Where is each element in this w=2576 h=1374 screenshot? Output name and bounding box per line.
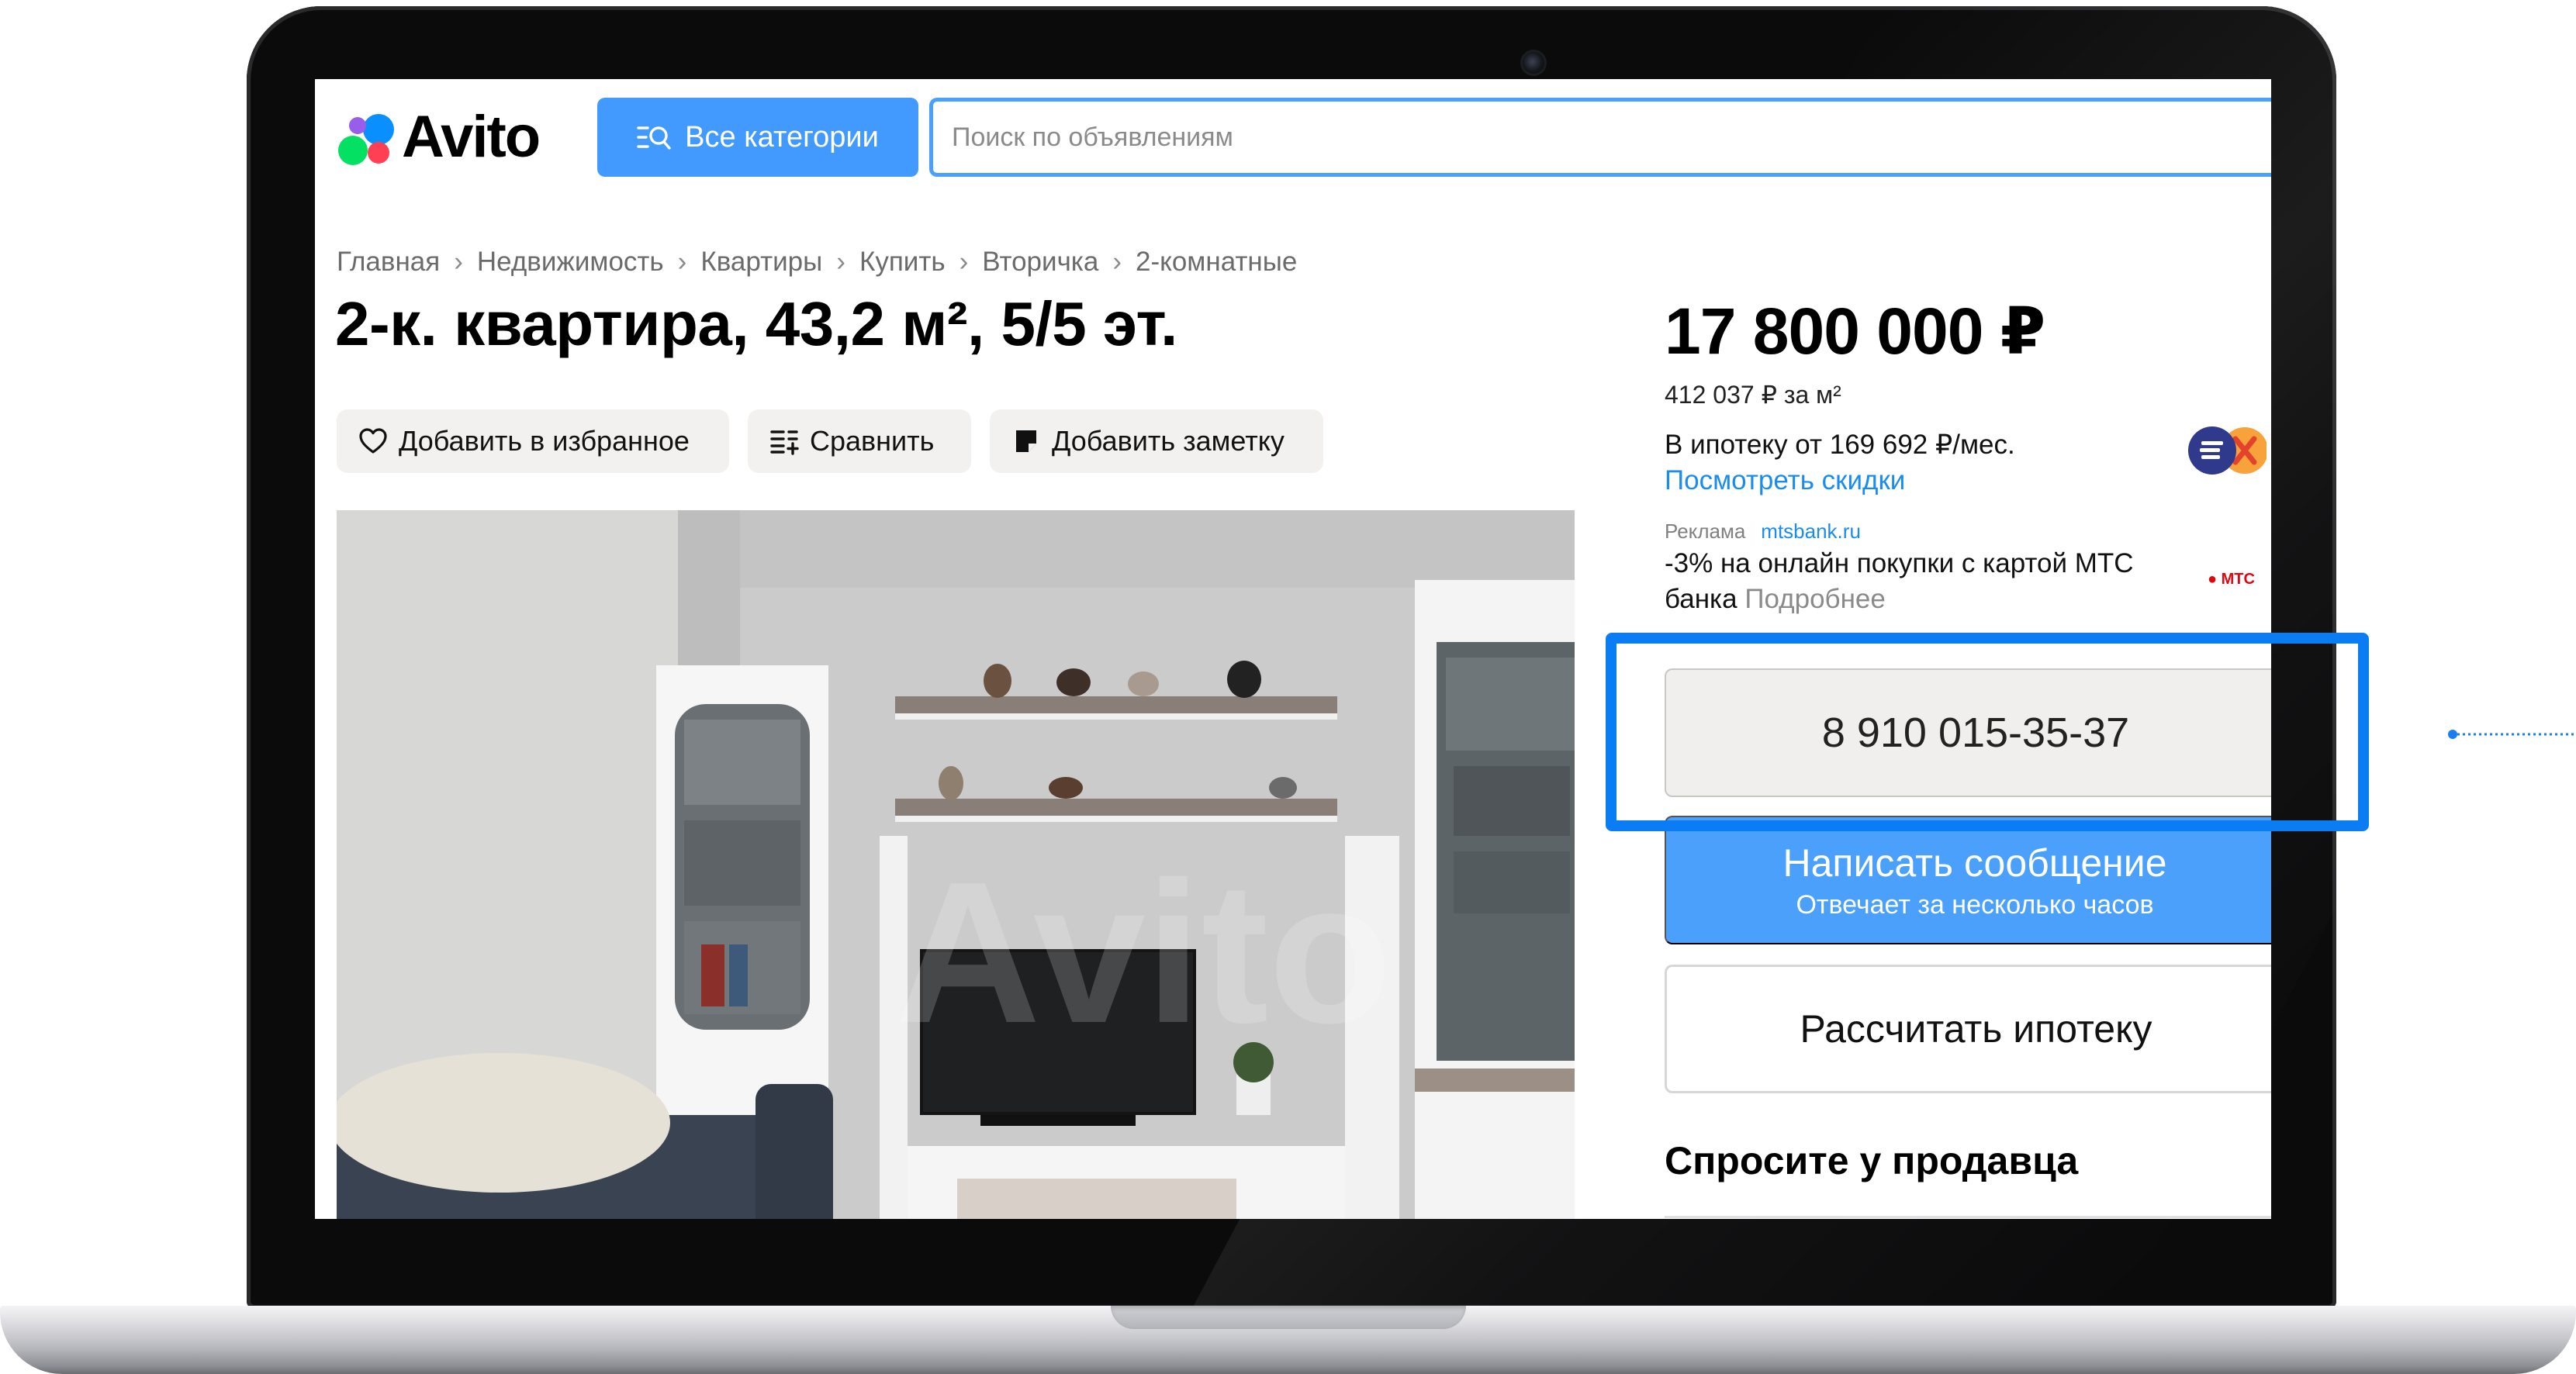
listing-photo[interactable]: Avito bbox=[337, 510, 1575, 1219]
breadcrumb-separator: › bbox=[454, 247, 463, 277]
breadcrumb-item-secondary[interactable]: Вторичка bbox=[982, 247, 1098, 278]
add-note-button[interactable]: Добавить заметку bbox=[990, 409, 1323, 473]
view-discounts-link[interactable]: Посмотреть скидки bbox=[1665, 465, 1905, 496]
heart-icon bbox=[359, 428, 387, 454]
photo-watermark: Avito bbox=[895, 841, 1392, 1065]
write-message-label: Написать сообщение bbox=[1782, 841, 2167, 885]
compare-label: Сравнить bbox=[810, 425, 935, 457]
compare-icon bbox=[770, 430, 799, 455]
breadcrumb-item-real-estate[interactable]: Недвижимость bbox=[477, 247, 664, 278]
categories-search-icon bbox=[637, 126, 671, 150]
breadcrumb-separator: › bbox=[959, 247, 969, 277]
callout-leader-line bbox=[2448, 730, 2576, 739]
add-to-favorites-label: Добавить в избранное bbox=[399, 425, 690, 457]
avito-logo-icon bbox=[335, 106, 397, 168]
price-per-square-meter: 412 037 ₽ за м² bbox=[1665, 381, 1841, 409]
breadcrumb-separator: › bbox=[836, 247, 845, 277]
breadcrumb-separator: › bbox=[677, 247, 687, 277]
ask-seller-heading: Спросите у продавца bbox=[1665, 1139, 2079, 1182]
bank-partners-icon[interactable] bbox=[2184, 425, 2267, 476]
avito-logo[interactable]: Avito bbox=[335, 102, 568, 172]
ad-more-link[interactable]: Подробнее bbox=[1744, 584, 1886, 614]
ad-domain-link[interactable]: mtsbank.ru bbox=[1761, 520, 1861, 544]
webcam bbox=[1520, 50, 1547, 76]
mts-bank-logo: ● МТС bbox=[2208, 571, 2255, 588]
breadcrumb: Главная › Недвижимость › Квартиры › Купи… bbox=[337, 247, 1297, 278]
listing-title: 2-к. квартира, 43,2 м², 5/5 эт. bbox=[335, 289, 1177, 358]
add-to-favorites-button[interactable]: Добавить в избранное bbox=[337, 409, 729, 473]
search-input[interactable] bbox=[929, 98, 2271, 177]
laptop-base-notch bbox=[1111, 1306, 1466, 1329]
calculate-mortgage-label: Рассчитать ипотеку bbox=[1800, 1007, 2152, 1051]
note-icon bbox=[1016, 430, 1036, 452]
ad-text[interactable]: -3% на онлайн покупки с картой МТС банка… bbox=[1665, 546, 2192, 617]
ask-seller-divider bbox=[1665, 1216, 2271, 1218]
logo-text: Avito bbox=[402, 104, 541, 170]
breadcrumb-item-buy[interactable]: Купить bbox=[859, 247, 946, 278]
response-time-label: Отвечает за несколько часов bbox=[1796, 889, 2154, 920]
breadcrumb-item-apartments[interactable]: Квартиры bbox=[700, 247, 822, 278]
compare-button[interactable]: Сравнить bbox=[748, 409, 971, 473]
ad-label: Реклама bbox=[1665, 520, 1746, 543]
calculate-mortgage-button[interactable]: Рассчитать ипотеку bbox=[1665, 965, 2271, 1093]
mortgage-offer: В ипотеку от 169 692 ₽/мес. bbox=[1665, 430, 2015, 460]
ad-offer-text: -3% на онлайн покупки с картой МТС банка bbox=[1665, 548, 2134, 615]
write-message-button[interactable]: Написать сообщение Отвечает за несколько… bbox=[1665, 816, 2271, 944]
breadcrumb-separator: › bbox=[1112, 247, 1122, 277]
all-categories-label: Все категории bbox=[685, 120, 879, 154]
breadcrumb-item-home[interactable]: Главная bbox=[337, 247, 440, 278]
apartment-photo-illustration: Avito bbox=[337, 510, 1575, 1219]
add-note-label: Добавить заметку bbox=[1052, 425, 1285, 457]
price: 17 800 000 ₽ bbox=[1665, 295, 2045, 368]
ad-label-row: Реклама mtsbank.ru bbox=[1665, 520, 1861, 544]
phone-button-highlight bbox=[1606, 633, 2369, 831]
breadcrumb-item-two-room[interactable]: 2-комнатные bbox=[1136, 247, 1297, 278]
all-categories-button[interactable]: Все категории bbox=[597, 98, 918, 177]
